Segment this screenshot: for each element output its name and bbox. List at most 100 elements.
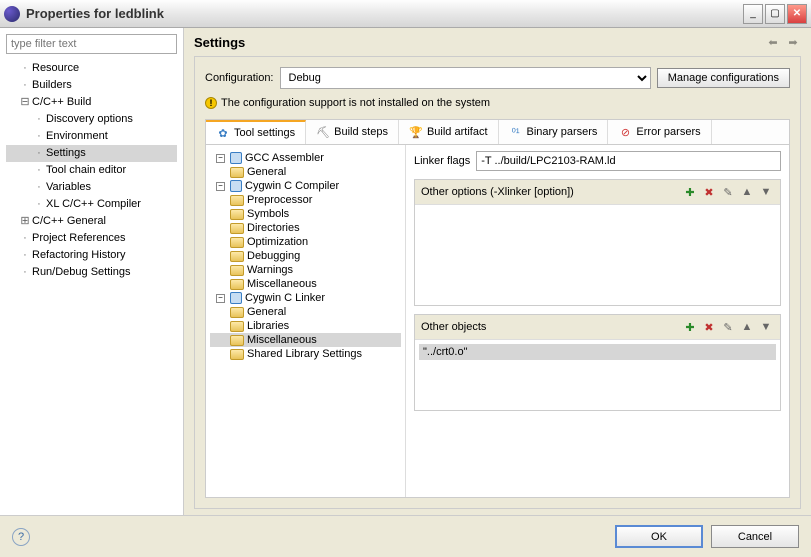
folder-icon [230,195,244,206]
leaf-icon: · [20,60,30,77]
tooltree-optimization[interactable]: Optimization [210,235,401,249]
add-icon[interactable]: ✚ [682,319,698,335]
close-button[interactable]: ✕ [787,4,807,24]
folder-icon [230,223,244,234]
page-heading: Settings [194,35,761,50]
folder-icon [230,307,244,318]
error-parsers-icon: ⊘ [618,125,632,139]
leaf-icon: · [20,264,30,281]
folder-icon [230,209,244,220]
tooltree-directories[interactable]: Directories [210,221,401,235]
edit-icon[interactable]: ✎ [720,184,736,200]
tool-icon [230,180,242,192]
collapse-icon[interactable]: − [216,294,225,303]
ok-button[interactable]: OK [615,525,703,548]
tree-variables[interactable]: ·Variables [6,179,177,196]
leaf-icon: · [34,111,44,128]
tree-environment[interactable]: ·Environment [6,128,177,145]
tree-xl-compiler[interactable]: ·XL C/C++ Compiler [6,196,177,213]
warning-text: The configuration support is not install… [221,97,490,109]
tool-tree: −GCC Assembler General −Cygwin C Compile… [206,145,406,497]
collapse-icon[interactable]: − [216,182,225,191]
category-tree: ·Resource ·Builders ⊟C/C++ Build ·Discov… [6,60,177,509]
tab-error-parsers[interactable]: ⊘Error parsers [608,120,711,144]
tree-refactoring-history[interactable]: ·Refactoring History [6,247,177,264]
tooltree-symbols[interactable]: Symbols [210,207,401,221]
tree-toolchain-editor[interactable]: ·Tool chain editor [6,162,177,179]
tree-builders[interactable]: ·Builders [6,77,177,94]
tooltree-gcc-assembler[interactable]: −GCC Assembler [210,151,401,165]
configuration-select[interactable]: Debug [280,67,651,89]
manage-configurations-button[interactable]: Manage configurations [657,68,790,88]
leaf-icon: · [20,77,30,94]
tree-resource[interactable]: ·Resource [6,60,177,77]
tooltree-compiler-misc[interactable]: Miscellaneous [210,277,401,291]
warning-row: ! The configuration support is not insta… [205,97,790,109]
add-icon[interactable]: ✚ [682,184,698,200]
back-button[interactable]: ⬅ [765,34,781,50]
other-objects-group: Other objects ✚ ✖ ✎ ▲ ▼ "../crt0.o" [414,314,781,411]
tooltree-shared-library[interactable]: Shared Library Settings [210,347,401,361]
cancel-button[interactable]: Cancel [711,525,799,548]
tooltree-libraries[interactable]: Libraries [210,319,401,333]
detail-panel: Linker flags Other options (-Xlinker [op… [406,145,789,497]
right-panel: Settings ⬅ ➡ Configuration: Debug Manage… [184,28,811,515]
folder-icon [230,251,244,262]
folder-icon [230,237,244,248]
tooltree-gcc-general[interactable]: General [210,165,401,179]
tooltree-linker-misc[interactable]: Miscellaneous [210,333,401,347]
move-down-icon[interactable]: ▼ [758,184,774,200]
tree-rundebug-settings[interactable]: ·Run/Debug Settings [6,264,177,281]
other-options-label: Other options (-Xlinker [option]) [421,186,682,198]
tooltree-cygwin-linker[interactable]: −Cygwin C Linker [210,291,401,305]
window-title: Properties for ledblink [26,6,743,21]
linker-flags-label: Linker flags [414,155,470,167]
tab-bar: ✿Tool settings ⛏Build steps 🏆Build artif… [205,119,790,145]
edit-icon[interactable]: ✎ [720,319,736,335]
move-down-icon[interactable]: ▼ [758,319,774,335]
tab-build-artifact[interactable]: 🏆Build artifact [399,120,499,144]
folder-icon [230,265,244,276]
tree-cpp-build[interactable]: ⊟C/C++ Build [6,94,177,111]
leaf-icon: · [34,145,44,162]
tab-binary-parsers[interactable]: ⁰¹Binary parsers [499,120,609,144]
leaf-icon: · [34,162,44,179]
forward-button[interactable]: ➡ [785,34,801,50]
leaf-icon: · [34,196,44,213]
tab-build-steps[interactable]: ⛏Build steps [306,120,399,144]
title-bar: Properties for ledblink _ ▢ ✕ [0,0,811,28]
tool-icon [230,152,242,164]
leaf-icon: · [34,128,44,145]
filter-input[interactable] [6,34,177,54]
tooltree-preprocessor[interactable]: Preprocessor [210,193,401,207]
collapse-icon[interactable]: − [216,154,225,163]
bottom-bar: ? OK Cancel [0,515,811,557]
other-options-list[interactable] [415,205,780,305]
tree-settings[interactable]: ·Settings [6,145,177,162]
binary-parsers-icon: ⁰¹ [509,125,523,139]
expand-icon[interactable]: ⊞ [20,213,30,230]
tool-settings-icon: ✿ [216,126,230,140]
folder-icon [230,279,244,290]
collapse-icon[interactable]: ⊟ [20,94,30,111]
delete-icon[interactable]: ✖ [701,319,717,335]
minimize-button[interactable]: _ [743,4,763,24]
tooltree-debugging[interactable]: Debugging [210,249,401,263]
other-objects-label: Other objects [421,321,682,333]
tooltree-cygwin-compiler[interactable]: −Cygwin C Compiler [210,179,401,193]
move-up-icon[interactable]: ▲ [739,319,755,335]
tree-cpp-general[interactable]: ⊞C/C++ General [6,213,177,230]
help-button[interactable]: ? [12,528,30,546]
other-objects-list[interactable]: "../crt0.o" [415,340,780,410]
delete-icon[interactable]: ✖ [701,184,717,200]
linker-flags-input[interactable] [476,151,781,171]
tooltree-warnings[interactable]: Warnings [210,263,401,277]
maximize-button[interactable]: ▢ [765,4,785,24]
tree-discovery-options[interactable]: ·Discovery options [6,111,177,128]
move-up-icon[interactable]: ▲ [739,184,755,200]
tab-tool-settings[interactable]: ✿Tool settings [206,120,306,144]
tool-icon [230,292,242,304]
list-item[interactable]: "../crt0.o" [419,344,776,360]
tooltree-linker-general[interactable]: General [210,305,401,319]
tree-project-references[interactable]: ·Project References [6,230,177,247]
